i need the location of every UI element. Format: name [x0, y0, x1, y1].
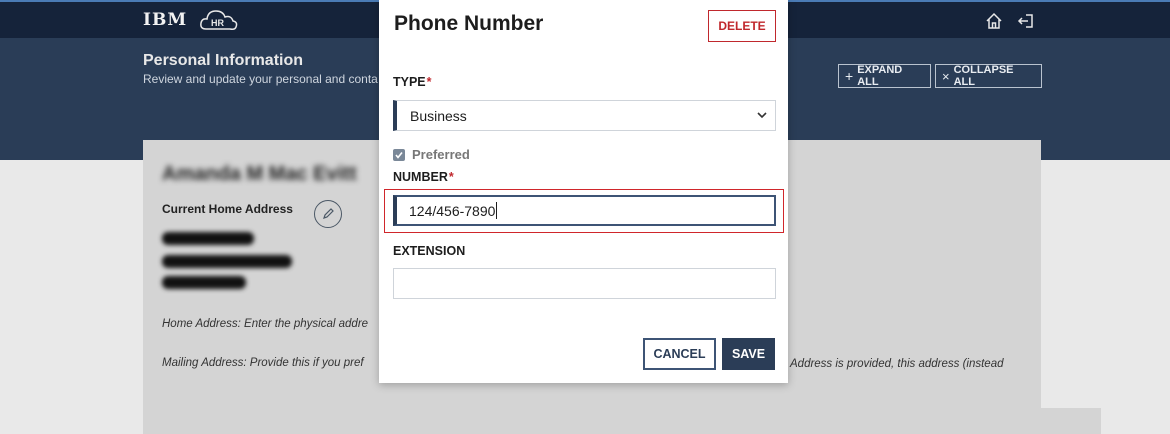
plus-icon: + — [845, 68, 854, 84]
checkbox-checked-icon — [393, 148, 405, 161]
preferred-label: Preferred — [412, 147, 470, 162]
chevron-down-icon — [757, 112, 767, 119]
required-marker: * — [448, 170, 454, 184]
extension-label: EXTENSION — [393, 244, 466, 258]
dialog-title: Phone Number — [394, 12, 544, 35]
type-select-value: Business — [410, 107, 467, 124]
redacted-address-line — [162, 276, 246, 289]
preferred-checkbox[interactable]: Preferred — [393, 147, 470, 162]
home-address-hint: Home Address: Enter the physical addre — [162, 318, 369, 330]
number-label: NUMBER* — [393, 170, 454, 184]
pencil-icon — [323, 208, 334, 219]
close-icon: × — [942, 68, 950, 84]
cancel-button[interactable]: CANCEL — [643, 338, 716, 370]
delete-button[interactable]: DELETE — [708, 10, 776, 42]
number-input[interactable]: 124/456-7890 — [393, 195, 776, 226]
logout-icon[interactable] — [1017, 12, 1035, 30]
extension-input[interactable] — [393, 268, 776, 299]
hr-cloud-logo-icon: HR — [200, 10, 238, 30]
home-icon[interactable] — [985, 12, 1003, 30]
phone-number-dialog: Phone Number DELETE TYPE* Business Prefe… — [379, 0, 788, 383]
redacted-address-line — [162, 232, 254, 245]
address-label: Current Home Address — [162, 202, 293, 216]
page-title: Personal Information — [143, 52, 304, 69]
person-name: Amanda M Mac Evitt — [162, 163, 357, 185]
card-edge — [1041, 408, 1101, 434]
expand-all-button[interactable]: + EXPAND ALL — [838, 64, 931, 88]
save-button[interactable]: SAVE — [722, 338, 775, 370]
mailing-address-hint: Mailing Address: Provide this if you pre… — [162, 357, 364, 369]
svg-text:HR: HR — [211, 18, 224, 28]
redacted-address-line — [162, 255, 292, 268]
ibm-logo: IBM — [143, 10, 188, 30]
edit-address-button[interactable] — [314, 200, 342, 228]
address-hint-continued: Address is provided, this address (inste… — [790, 358, 1004, 370]
type-label: TYPE* — [393, 75, 432, 89]
text-caret — [496, 202, 498, 219]
number-input-value: 124/456-7890 — [409, 202, 496, 219]
required-marker: * — [426, 75, 432, 89]
type-select[interactable]: Business — [393, 100, 776, 131]
collapse-all-button[interactable]: × COLLAPSE ALL — [935, 64, 1042, 88]
page-subtitle: Review and update your personal and cont… — [143, 72, 378, 86]
